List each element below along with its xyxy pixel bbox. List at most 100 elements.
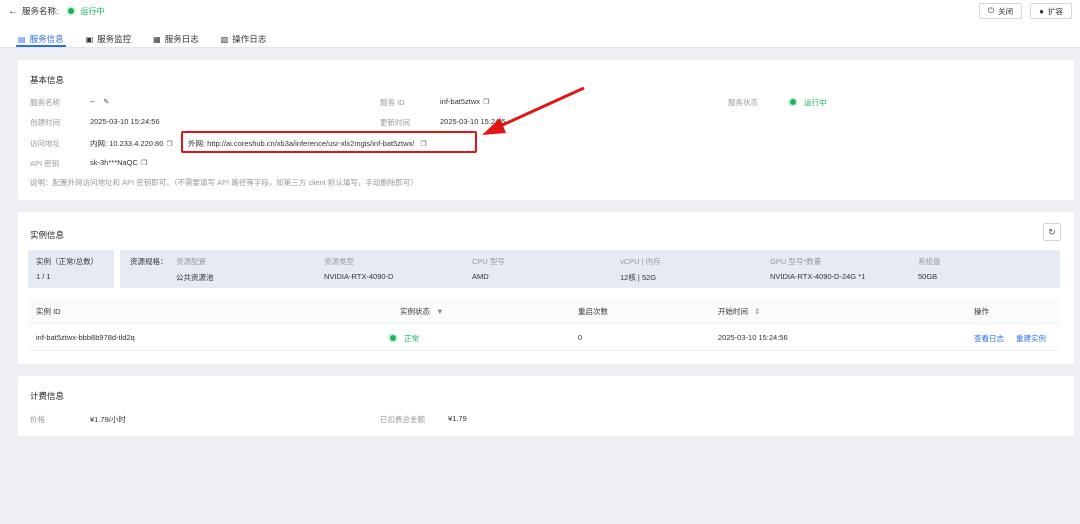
annotation-highlight-box: [181, 131, 477, 153]
gpu-value: NVIDIA-RTX-4090-D-24G *1: [770, 272, 866, 281]
service-status-label: 服务状态: [728, 98, 758, 107]
service-name-text: --: [90, 97, 95, 106]
basic-info-title: 基本信息: [30, 75, 65, 85]
billing-info-card: 计费信息 价格 ¥1.79/小时 已扣费总金额 ¥1.79: [18, 376, 1074, 436]
service-id-text: inf-bat5ztwx: [440, 97, 481, 106]
disk-value: 50GB: [918, 272, 938, 281]
cpu-value: AMD: [472, 272, 489, 281]
instance-restarts: 0: [578, 333, 583, 342]
spec-label: 资源规格：: [130, 257, 168, 266]
edit-log-icon: ▧: [220, 34, 229, 44]
scale-button[interactable]: ● 扩容: [1030, 3, 1072, 19]
deducted-value: ¥1.79: [448, 414, 467, 423]
rebuild-instance-link[interactable]: 重建实例: [1016, 333, 1046, 344]
plus-circle-icon: ●: [1039, 6, 1044, 16]
col-status-label: 实例状态: [400, 307, 430, 316]
monitor-icon: ▣: [85, 34, 94, 44]
filter-icon[interactable]: ▼: [436, 307, 443, 316]
refresh-button[interactable]: ↻: [1043, 223, 1061, 241]
service-status-value: 运行中: [790, 97, 827, 108]
created-value: 2025-03-10 15:24:56: [90, 117, 160, 126]
api-key-label: API 密钥: [30, 159, 60, 168]
billing-info-title: 计费信息: [30, 391, 65, 401]
vcpu-label: vCPU | 内存: [620, 257, 661, 266]
service-id-value: inf-bat5ztwx ❐: [440, 97, 489, 106]
updated-value: 2025-03-10 15:24:5: [440, 117, 506, 126]
resource-type-label: 资源类型: [324, 257, 354, 266]
view-logs-link[interactable]: 查看日志: [974, 333, 1004, 344]
resource-config-label: 资源配置: [176, 257, 206, 266]
close-button-label: 关闭: [998, 6, 1014, 16]
instance-info-title: 实例信息: [30, 230, 65, 240]
instance-count-block: 实例（正常/总数） 1 / 1: [28, 250, 114, 288]
service-name-value: -- ✎: [90, 97, 109, 106]
header-row: ← 服务名称: 运行中: [8, 4, 104, 18]
price-value: ¥1.79/小时: [90, 415, 126, 424]
created-label: 创建时间: [30, 118, 60, 127]
back-arrow-icon[interactable]: ←: [8, 6, 18, 17]
instance-count-label: 实例（正常/总数）: [36, 257, 99, 266]
service-name-label: 服务名称: [30, 98, 60, 107]
col-actions: 操作: [974, 307, 989, 316]
log-icon: ▦: [153, 34, 161, 44]
doc-icon: ▤: [18, 34, 26, 44]
tab-service-info[interactable]: ▤ 服务信息: [16, 30, 66, 48]
cpu-label: CPU 型号: [472, 257, 505, 266]
tab-service-monitor[interactable]: ▣ 服务监控: [86, 30, 132, 48]
instance-status-text: 正常: [404, 334, 420, 343]
top-actions: ⏻ 关闭 ● 扩容: [978, 3, 1072, 19]
gpu-label: GPU 型号*数量: [770, 257, 822, 266]
tab-operation-log[interactable]: ▧ 操作日志: [221, 30, 267, 48]
instance-count-value: 1 / 1: [36, 272, 51, 281]
note-text: 说明：配置外网访问地址和 API 密钥即可。（不需要填写 API 路径等字段，如…: [30, 178, 418, 187]
status-dot-icon: [790, 99, 796, 105]
instance-table-header: 实例 ID 实例状态 ▼ 重启次数 开始时间 ⇕ 操作: [28, 298, 1060, 324]
service-status-text: 运行中: [804, 98, 827, 107]
tab-label: 操作日志: [232, 34, 267, 44]
vcpu-value: 12核 | 52G: [620, 273, 657, 282]
tab-label: 服务日志: [164, 34, 199, 44]
copy-icon[interactable]: ❐: [483, 98, 489, 106]
tab-service-log[interactable]: ▦ 服务日志: [153, 30, 199, 48]
copy-icon[interactable]: ❐: [166, 140, 172, 148]
tab-bar: ▤ 服务信息 ▣ 服务监控 ▦ 服务日志 ▧ 操作日志: [16, 30, 267, 48]
status-text: 运行中: [80, 6, 105, 16]
service-name-label: 服务名称:: [22, 6, 59, 16]
col-restarts: 重启次数: [578, 307, 608, 316]
status-dot-icon: [390, 335, 396, 341]
refresh-icon: ↻: [1048, 226, 1056, 237]
instance-start-time: 2025-03-10 15:24:56: [718, 333, 788, 342]
price-label: 价格: [30, 415, 45, 424]
edit-icon[interactable]: ✎: [103, 97, 109, 106]
tab-label: 服务信息: [29, 34, 64, 44]
col-instance-id: 实例 ID: [36, 307, 61, 316]
col-instance-status[interactable]: 实例状态 ▼: [400, 306, 444, 317]
api-key-text: sk-3h***NaQC: [90, 158, 138, 167]
tab-label: 服务监控: [97, 34, 132, 44]
status-dot-icon: [68, 8, 75, 14]
resource-config-value: 公共资源池: [176, 273, 214, 282]
updated-label: 更新时间: [380, 118, 410, 127]
access-address-label: 访问地址: [30, 139, 60, 148]
resource-type-value: NVIDIA-RTX-4090-D: [324, 272, 394, 281]
table-row: inf-bat5ztwx-bbb8b978d-tld2q 正常 0 2025-0…: [28, 325, 1060, 351]
close-button[interactable]: ⏻ 关闭: [978, 3, 1023, 19]
col-start-time[interactable]: 开始时间 ⇕: [718, 306, 760, 317]
instance-status: 正常: [390, 333, 419, 344]
instance-summary: 实例（正常/总数） 1 / 1 资源规格： 资源配置 公共资源池 资源类型 NV…: [28, 250, 1060, 288]
scale-button-label: 扩容: [1048, 6, 1063, 16]
instance-id: inf-bat5ztwx-bbb8b978d-tld2q: [36, 333, 135, 342]
copy-icon[interactable]: ❐: [141, 159, 147, 167]
resource-spec-block: 资源规格： 资源配置 公共资源池 资源类型 NVIDIA-RTX-4090-D …: [120, 250, 1060, 288]
top-bar: ← 服务名称: 运行中 ⏻ 关闭 ● 扩容 ▤ 服务信息 ▣ 服务监控 ▦ 服务…: [0, 0, 1080, 48]
deducted-label: 已扣费总金额: [380, 415, 425, 424]
internal-address-text: 内网: 10.233.4.220:80: [90, 139, 164, 148]
col-start-label: 开始时间: [718, 307, 748, 316]
service-id-label: 服务 ID: [380, 98, 405, 107]
api-key-value: sk-3h***NaQC ❐: [90, 158, 147, 167]
disk-label: 系统盘: [918, 257, 941, 266]
power-icon: ⏻: [987, 6, 995, 15]
sort-icon[interactable]: ⇕: [754, 307, 760, 316]
basic-info-card: 基本信息 服务名称 -- ✎ 服务 ID inf-bat5ztwx ❐ 服务状态 …: [18, 60, 1074, 200]
internal-address: 内网: 10.233.4.220:80 ❐: [90, 138, 173, 149]
